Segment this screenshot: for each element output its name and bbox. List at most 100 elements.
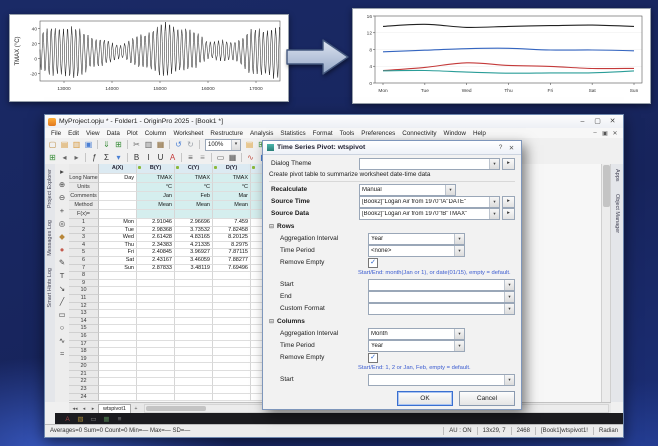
table-cell[interactable]: Fri	[99, 249, 137, 257]
row-header[interactable]: 20	[69, 363, 99, 371]
table-cell[interactable]: 3.96927	[175, 249, 213, 257]
table-cell[interactable]: 7.459	[213, 219, 251, 227]
row-header[interactable]: 6	[69, 257, 99, 265]
table-cell[interactable]: 4.21335	[175, 242, 213, 250]
header-cell[interactable]: Mar	[213, 192, 251, 201]
table-cell[interactable]	[137, 341, 175, 349]
menu-file[interactable]: File	[48, 130, 64, 137]
columns-time-period-select[interactable]: Year▾	[368, 340, 465, 352]
header-cell[interactable]: TMAX	[213, 174, 251, 183]
columns-remove-empty-checkbox[interactable]: ✓	[368, 353, 378, 363]
table-cell[interactable]	[175, 363, 213, 371]
table-cell[interactable]	[99, 341, 137, 349]
source-data-range-button[interactable]: ▸	[502, 208, 515, 220]
collapse-icon[interactable]: ⊟	[269, 223, 274, 230]
table-cell[interactable]	[213, 272, 251, 280]
pointer-tool-icon[interactable]: ▸	[57, 166, 68, 177]
table-cell[interactable]: Sun	[99, 265, 137, 273]
dock-style-icon[interactable]: ≡	[115, 415, 124, 424]
header-cell[interactable]	[99, 183, 137, 192]
next-sheet-button[interactable]: ▸	[89, 406, 97, 412]
statistics-icon[interactable]: Σ	[101, 152, 112, 163]
table-cell[interactable]	[99, 272, 137, 280]
table-cell[interactable]	[99, 333, 137, 341]
header-cell[interactable]: °C	[175, 183, 213, 192]
dialog-help-button[interactable]: ?	[495, 144, 506, 151]
table-cell[interactable]	[137, 386, 175, 394]
prev-sheet-button[interactable]: ◂	[80, 406, 88, 412]
column-header[interactable]: B(Y)	[137, 164, 175, 174]
rows-aggregation-select[interactable]: Year▾	[368, 233, 465, 245]
paste-icon[interactable]: ▦	[155, 139, 166, 150]
row-header[interactable]: 10	[69, 287, 99, 295]
table-cell[interactable]: 2.40845	[137, 249, 175, 257]
rows-end-input[interactable]: ▾	[368, 291, 515, 303]
table-cell[interactable]	[137, 394, 175, 402]
table-cell[interactable]	[175, 310, 213, 318]
book-restore-button[interactable]: ▣	[600, 130, 610, 137]
row-header[interactable]: 19	[69, 356, 99, 364]
header-cell[interactable]: °C	[213, 183, 251, 192]
collapse-icon[interactable]: ⊟	[269, 318, 274, 325]
table-cell[interactable]: 7.82458	[213, 227, 251, 235]
mask-tool-icon[interactable]: ●	[57, 244, 68, 255]
header-row-label[interactable]: F(x)=	[69, 210, 99, 219]
sort-icon[interactable]: ▾	[113, 152, 124, 163]
menu-worksheet[interactable]: Worksheet	[170, 130, 206, 137]
header-cell[interactable]: TMAX	[137, 174, 175, 183]
column-header[interactable]: D(Y)	[213, 164, 251, 174]
book-close-button[interactable]: ✕	[610, 130, 620, 137]
menu-connectivity[interactable]: Connectivity	[399, 130, 439, 137]
table-cell[interactable]	[213, 341, 251, 349]
header-cell[interactable]: TMAX	[175, 174, 213, 183]
table-cell[interactable]	[175, 378, 213, 386]
column-header[interactable]: C(Y)	[175, 164, 213, 174]
table-cell[interactable]: Tue	[99, 227, 137, 235]
rows-custom-format-input[interactable]: ▾	[368, 303, 515, 315]
table-cell[interactable]: Sat	[99, 257, 137, 265]
data-selector-tool-icon[interactable]: ◆	[57, 231, 68, 242]
row-header[interactable]: 2	[69, 227, 99, 235]
table-cell[interactable]: 8.2975	[213, 242, 251, 250]
table-cell[interactable]	[175, 341, 213, 349]
dock-palette-icon[interactable]: ▦	[102, 415, 111, 424]
close-button[interactable]: ✕	[605, 116, 620, 127]
polyline-tool-icon[interactable]: ∿	[57, 335, 68, 346]
menu-restructure[interactable]: Restructure	[207, 130, 246, 137]
horizontal-scrollbar-thumb[interactable]	[146, 406, 206, 411]
source-time-input[interactable]: [Book2]"Logan Air from 1970"!A"DATE"▾	[359, 196, 500, 208]
table-cell[interactable]	[99, 280, 137, 288]
align-center-icon[interactable]: ≡	[197, 152, 208, 163]
minimize-button[interactable]: –	[575, 116, 590, 127]
table-cell[interactable]	[175, 318, 213, 326]
table-cell[interactable]	[213, 371, 251, 379]
row-header[interactable]: 8	[69, 272, 99, 280]
table-cell[interactable]: 8.20125	[213, 234, 251, 242]
tab-project-explorer[interactable]: Project Explorer	[47, 169, 53, 208]
header-cell[interactable]	[213, 210, 251, 219]
recalculate-select[interactable]: Manual▾	[359, 184, 456, 196]
table-cell[interactable]	[213, 303, 251, 311]
table-cell[interactable]: 7.69496	[213, 265, 251, 273]
rectangle-tool-icon[interactable]: ▭	[57, 309, 68, 320]
rows-time-period-select[interactable]: <none>▾	[368, 245, 465, 257]
book-minimize-button[interactable]: –	[590, 130, 600, 136]
row-header[interactable]: 21	[69, 371, 99, 379]
table-cell[interactable]	[99, 287, 137, 295]
table-cell[interactable]	[137, 287, 175, 295]
header-cell[interactable]: Mean	[137, 201, 175, 210]
table-cell[interactable]: 2.98368	[137, 227, 175, 235]
table-cell[interactable]	[99, 356, 137, 364]
rows-remove-empty-checkbox[interactable]: ✓	[368, 258, 378, 268]
table-cell[interactable]	[137, 378, 175, 386]
menu-help[interactable]: Help	[470, 130, 489, 137]
zoom-in-tool-icon[interactable]: ⊕	[57, 179, 68, 190]
table-cell[interactable]	[99, 303, 137, 311]
import-wizard-icon[interactable]: ⇓	[101, 139, 112, 150]
dialog-theme-menu-button[interactable]: ▸	[502, 158, 515, 170]
row-header[interactable]: 11	[69, 295, 99, 303]
row-header[interactable]: 9	[69, 280, 99, 288]
dialog-theme-select[interactable]: ▾	[359, 158, 500, 170]
table-cell[interactable]	[213, 378, 251, 386]
add-column-icon[interactable]: ⊞	[47, 152, 58, 163]
